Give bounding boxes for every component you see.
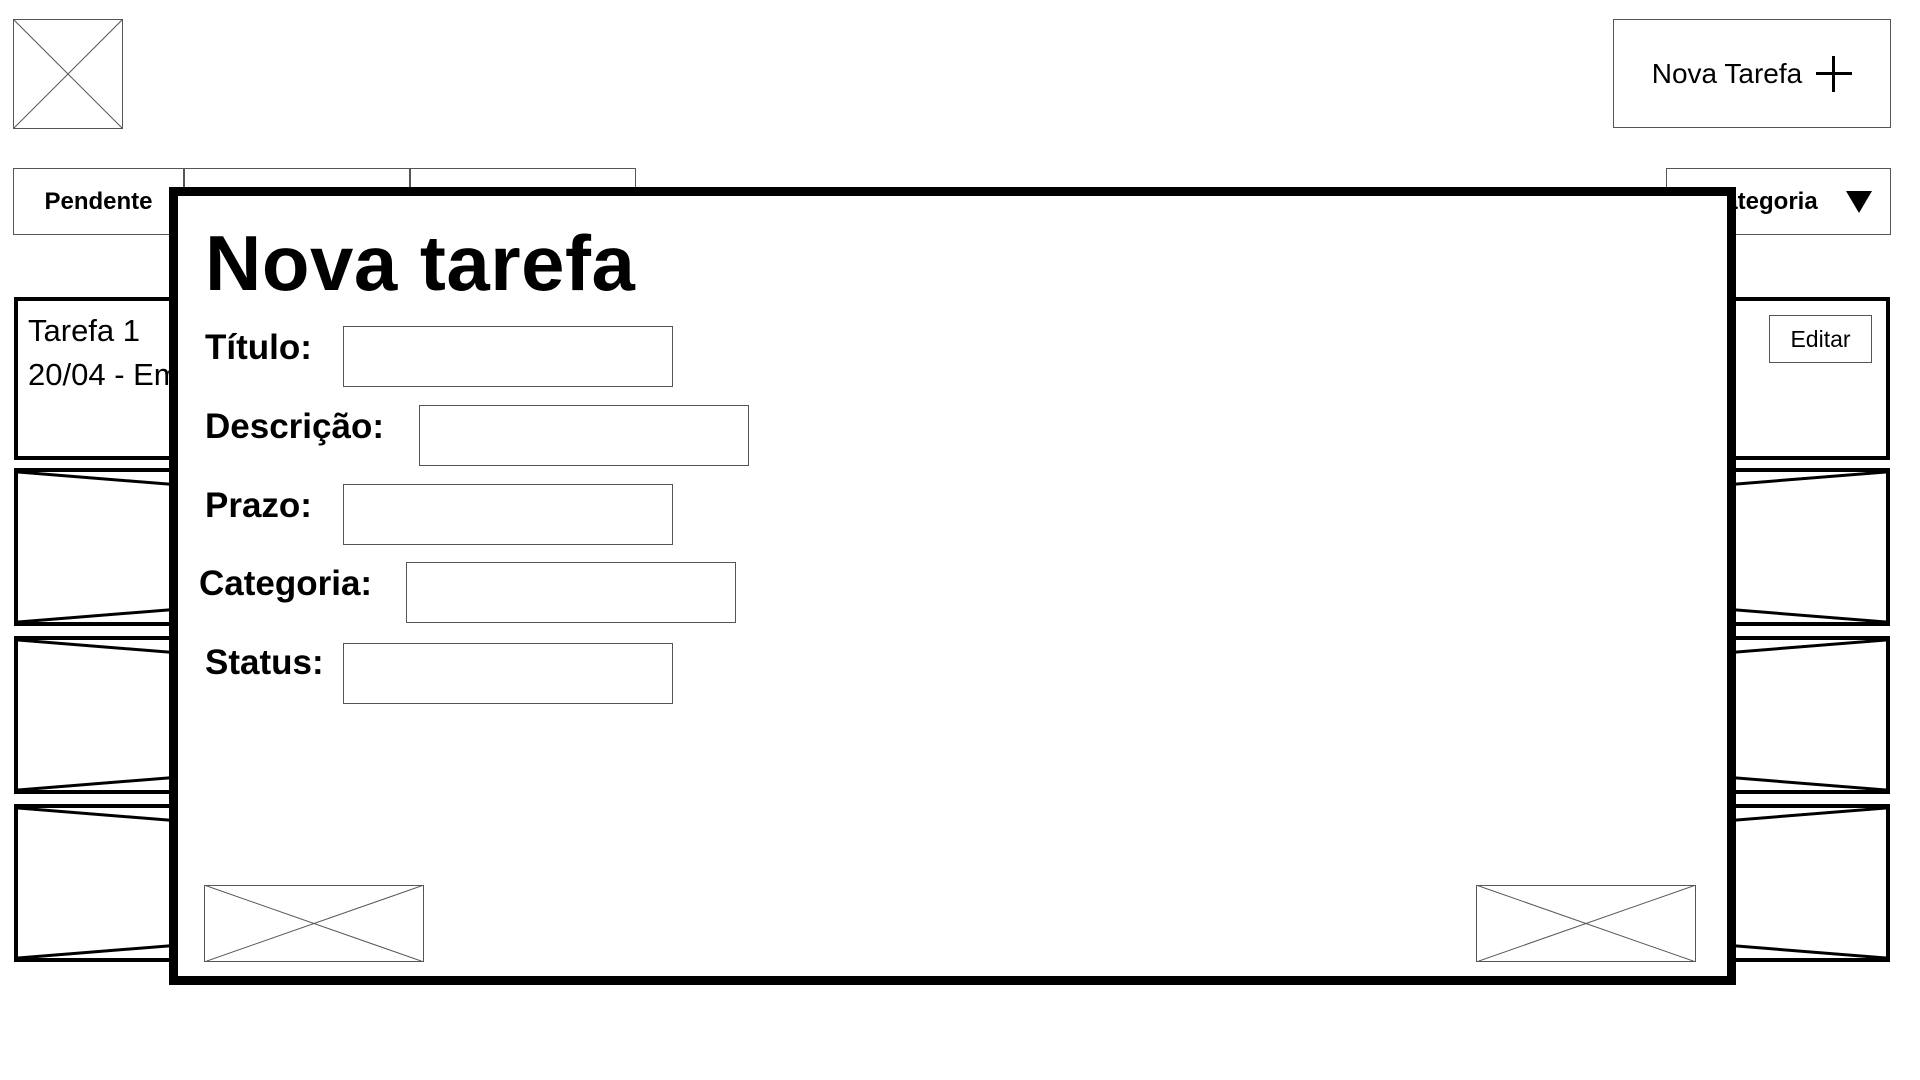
tab-pendente[interactable]: Pendente <box>13 168 184 235</box>
image-placeholder-icon <box>204 885 424 962</box>
new-task-button[interactable]: Nova Tarefa <box>1613 19 1891 128</box>
modal-right-button[interactable] <box>1476 885 1696 962</box>
image-placeholder-icon <box>1476 885 1696 962</box>
status-label: Status: <box>205 643 324 682</box>
task-title: Tarefa 1 <box>28 313 141 348</box>
new-task-label: Nova Tarefa <box>1651 57 1803 89</box>
logo-placeholder-icon <box>13 19 123 129</box>
titulo-label: Título: <box>205 328 312 367</box>
status-field[interactable] <box>343 643 673 704</box>
categoria-label: Categoria: <box>199 564 373 603</box>
prazo-field[interactable] <box>343 484 673 545</box>
plus-icon <box>1816 55 1853 92</box>
modal-title: Nova tarefa <box>205 219 636 307</box>
new-task-modal: Nova tarefa Título: Descrição: Prazo: Ca… <box>169 187 1736 985</box>
categoria-field[interactable] <box>406 562 736 623</box>
descricao-field[interactable] <box>419 405 749 466</box>
triangle-down-icon <box>1846 191 1872 213</box>
edit-button[interactable]: Editar <box>1769 315 1872 363</box>
descricao-label: Descrição: <box>205 407 384 446</box>
modal-left-button[interactable] <box>204 885 424 962</box>
prazo-label: Prazo: <box>205 486 312 525</box>
titulo-field[interactable] <box>343 326 673 387</box>
tab-label: Pendente <box>44 187 153 215</box>
